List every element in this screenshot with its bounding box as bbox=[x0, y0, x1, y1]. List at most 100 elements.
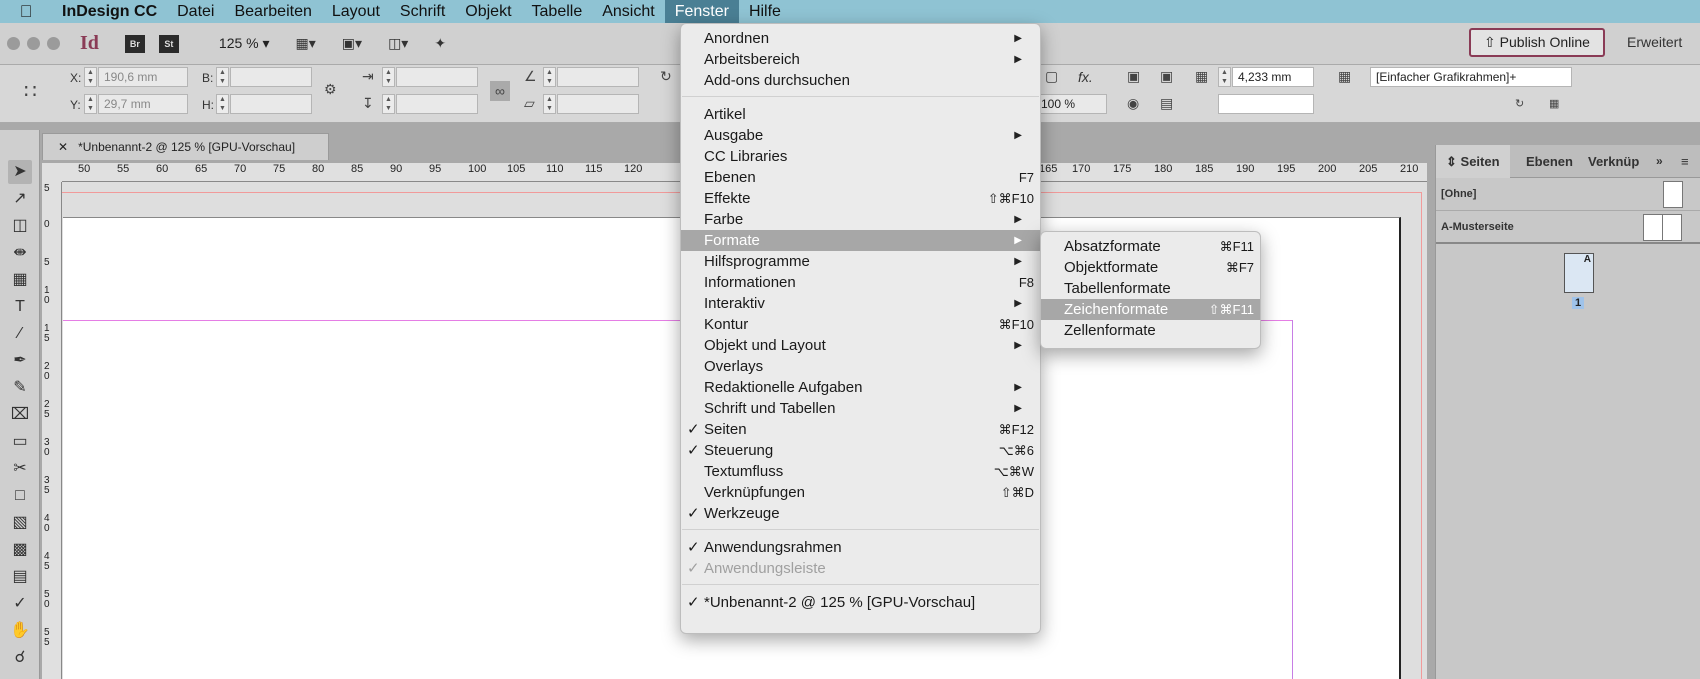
menu-item-objektformate[interactable]: Objektformate ⌘F7 bbox=[1041, 257, 1260, 278]
menu-item-artikel[interactable]: Artikel bbox=[681, 104, 1040, 125]
stroke-weight-field[interactable]: 4,233 mm bbox=[1232, 67, 1314, 87]
x-stepper[interactable]: ▲ ▼ bbox=[84, 67, 97, 87]
scale-x-stepper[interactable]: ▲ ▼ bbox=[382, 67, 395, 87]
menu-app[interactable]: InDesign CC bbox=[52, 0, 167, 23]
panel-menu-icon[interactable]: ≡ bbox=[1671, 145, 1699, 178]
menu-item-tabellenformate[interactable]: Tabellenformate bbox=[1041, 278, 1260, 299]
menu-bearbeiten[interactable]: Bearbeiten bbox=[224, 0, 321, 23]
view-options-icon[interactable]: ▦▾ bbox=[296, 35, 316, 52]
menu-ansicht[interactable]: Ansicht bbox=[592, 0, 664, 23]
stock-button[interactable]: St bbox=[158, 34, 179, 53]
menu-item-zellenformate[interactable]: Zellenformate bbox=[1041, 320, 1260, 341]
width-stepper[interactable]: ▲ ▼ bbox=[216, 67, 229, 87]
pencil-tool-icon[interactable]: ✎ bbox=[8, 376, 32, 400]
document-tab[interactable]: ✕ *Unbenannt-2 @ 125 % [GPU-Vorschau] bbox=[42, 133, 329, 160]
wrap-around-icon[interactable]: ▤ bbox=[1160, 95, 1173, 112]
tab-ebenen[interactable]: Ebenen bbox=[1516, 145, 1583, 178]
zoom-window-button[interactable] bbox=[47, 37, 60, 50]
menu-datei[interactable]: Datei bbox=[167, 0, 224, 23]
menu-item-effekte[interactable]: Effekte ⇧⌘F10 bbox=[681, 188, 1040, 209]
stroke-inside-icon[interactable]: ▣ bbox=[1160, 68, 1173, 85]
line-tool-icon[interactable]: ∕ bbox=[8, 322, 32, 346]
menu-item-farbe[interactable]: Farbe ▶ bbox=[681, 209, 1040, 230]
menu-fenster[interactable]: Fenster bbox=[664, 0, 739, 23]
menu-item-absatzformate[interactable]: Absatzformate ⌘F11 bbox=[1041, 236, 1260, 257]
gpu-performance-icon[interactable]: ✦ bbox=[434, 35, 446, 52]
width-field[interactable] bbox=[230, 67, 312, 87]
rectangle-tool-icon[interactable]: ▭ bbox=[8, 430, 32, 454]
menu-item-steuerung[interactable]: ✓ Steuerung ⌥⌘6 bbox=[681, 440, 1040, 461]
reference-point-icon[interactable]: ∷ bbox=[24, 79, 37, 104]
eyedropper-tool-icon[interactable]: ✓ bbox=[8, 592, 32, 616]
menu-item-formate[interactable]: Formate ▶ bbox=[681, 230, 1040, 251]
rotate-icon[interactable]: ↻ bbox=[660, 68, 672, 85]
menu-item-textumfluss[interactable]: Textumfluss ⌥⌘W bbox=[681, 461, 1040, 482]
bridge-button[interactable]: Br bbox=[124, 34, 145, 53]
height-field[interactable] bbox=[230, 94, 312, 114]
scissors-tool-icon[interactable]: ✂ bbox=[8, 457, 32, 481]
scale-x-field[interactable] bbox=[396, 67, 478, 87]
object-style-dropdown[interactable]: [Einfacher Grafikrahmen]+ bbox=[1370, 67, 1572, 87]
menu-item-redaktionelle-aufgaben[interactable]: Redaktionelle Aufgaben ▶ bbox=[681, 377, 1040, 398]
gradient-feather-tool-icon[interactable]: ▩ bbox=[8, 538, 32, 562]
master-a-left-thumbnail[interactable] bbox=[1643, 214, 1663, 241]
menu-item-anwendungsrahmen[interactable]: ✓ Anwendungsrahmen bbox=[681, 537, 1040, 558]
workspace-switcher[interactable]: Erweitert bbox=[1627, 34, 1682, 50]
vertical-ruler[interactable]: 5 0 5 10 15 20 25 30 35 40 45 50 55 bbox=[42, 182, 62, 679]
stroke-position-icon[interactable]: ▣ bbox=[1127, 68, 1140, 85]
close-window-button[interactable] bbox=[7, 37, 20, 50]
rotation-field[interactable] bbox=[557, 67, 639, 87]
page-tool-icon[interactable]: ◫ bbox=[8, 214, 32, 238]
master-a-right-thumbnail[interactable] bbox=[1662, 214, 1682, 241]
page-1-thumbnail[interactable]: A bbox=[1564, 253, 1594, 293]
arrange-documents-icon[interactable]: ◫▾ bbox=[388, 35, 408, 52]
menu-item-seiten[interactable]: ✓ Seiten ⌘F12 bbox=[681, 419, 1040, 440]
content-collector-icon[interactable]: ▦ bbox=[8, 268, 32, 292]
rectangle-frame-tool-icon[interactable]: ⌧ bbox=[8, 403, 32, 427]
minimize-window-button[interactable] bbox=[27, 37, 40, 50]
clear-overrides-icon[interactable]: ↻ bbox=[1515, 97, 1524, 110]
y-field[interactable]: 29,7 mm bbox=[98, 94, 188, 114]
menu-item-add-ons-durchsuchen[interactable]: Add-ons durchsuchen bbox=[681, 70, 1040, 91]
gradient-tool-icon[interactable]: ▧ bbox=[8, 511, 32, 535]
free-transform-tool-icon[interactable]: □ bbox=[8, 484, 32, 508]
stroke-type-dropdown[interactable] bbox=[1218, 94, 1314, 114]
apple-icon[interactable]:  bbox=[0, 2, 52, 22]
menu-item-interaktiv[interactable]: Interaktiv ▶ bbox=[681, 293, 1040, 314]
scale-y-stepper[interactable]: ▲ ▼ bbox=[382, 94, 395, 114]
opacity-field[interactable]: 100 % bbox=[1035, 94, 1107, 114]
gap-tool-icon[interactable]: ⇼ bbox=[8, 241, 32, 265]
menu-objekt[interactable]: Objekt bbox=[455, 0, 521, 23]
menu-item-objekt-und-layout[interactable]: Objekt und Layout ▶ bbox=[681, 335, 1040, 356]
menu-item-arbeitsbereich[interactable]: Arbeitsbereich ▶ bbox=[681, 49, 1040, 70]
zoom-tool-icon[interactable]: ☌ bbox=[8, 646, 32, 670]
x-field[interactable]: 190,6 mm bbox=[98, 67, 188, 87]
stroke-weight-stepper[interactable]: ▲ ▼ bbox=[1218, 67, 1231, 87]
menu-item-werkzeuge[interactable]: ✓ Werkzeuge bbox=[681, 503, 1040, 524]
frame-fitting-icon[interactable]: ▦ bbox=[1338, 68, 1351, 85]
scale-y-field[interactable] bbox=[396, 94, 478, 114]
menu-item-zeichenformate[interactable]: Zeichenformate ⇧⌘F11 bbox=[1041, 299, 1260, 320]
hand-tool-icon[interactable]: ✋ bbox=[8, 619, 32, 643]
expand-panels-icon[interactable]: » bbox=[1646, 145, 1673, 178]
shear-field[interactable] bbox=[557, 94, 639, 114]
screen-mode-icon[interactable]: ▣▾ bbox=[342, 35, 362, 52]
menu-item-verknu-pfungen[interactable]: Verknüpfungen ⇧⌘D bbox=[681, 482, 1040, 503]
menu-item-ebenen[interactable]: Ebenen F7 bbox=[681, 167, 1040, 188]
note-tool-icon[interactable]: ▤ bbox=[8, 565, 32, 589]
menu-hilfe[interactable]: Hilfe bbox=[739, 0, 791, 23]
effects-icon[interactable]: fx. bbox=[1078, 69, 1093, 85]
constrain-proportions-icon[interactable]: ∞ bbox=[490, 81, 510, 101]
menu-item-informationen[interactable]: Informationen F8 bbox=[681, 272, 1040, 293]
menu-item-hilfsprogramme[interactable]: Hilfsprogramme ▶ bbox=[681, 251, 1040, 272]
menu-item-schrift-und-tabellen[interactable]: Schrift und Tabellen ▶ bbox=[681, 398, 1040, 419]
close-tab-icon[interactable]: ✕ bbox=[58, 140, 68, 154]
menu-layout[interactable]: Layout bbox=[322, 0, 390, 23]
menu-item-overlays[interactable]: Overlays bbox=[681, 356, 1040, 377]
ruler-origin[interactable] bbox=[42, 163, 62, 182]
menu-item-cc-libraries[interactable]: CC Libraries bbox=[681, 146, 1040, 167]
direct-selection-tool-icon[interactable]: ↗ bbox=[8, 187, 32, 211]
menu-item-ausgabe[interactable]: Ausgabe ▶ bbox=[681, 125, 1040, 146]
bug-icon[interactable]: ⚙ bbox=[324, 81, 337, 98]
menu-item-unbenannt-2-125-gpu-vorschau[interactable]: ✓ *Unbenannt-2 @ 125 % [GPU-Vorschau] bbox=[681, 592, 1040, 613]
